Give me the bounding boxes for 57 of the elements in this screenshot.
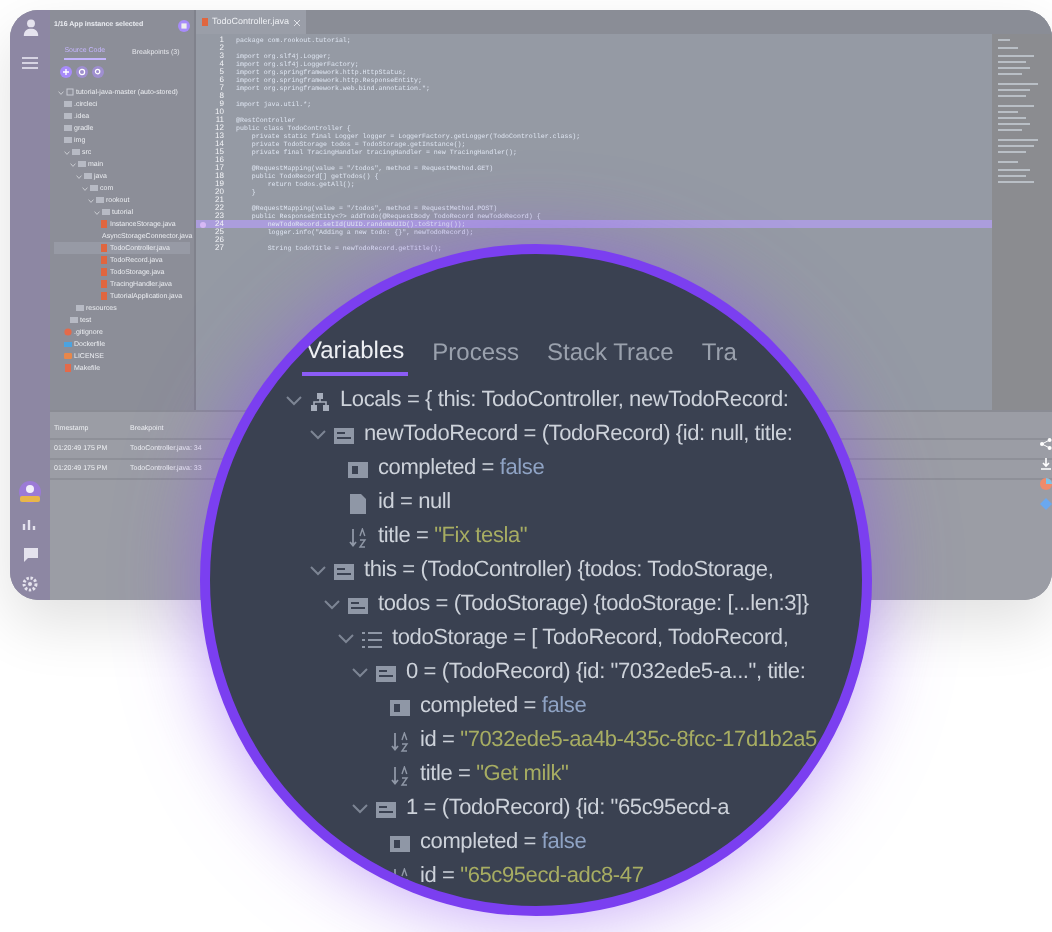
chevron-icon[interactable]	[352, 804, 368, 814]
chevron-icon[interactable]	[352, 668, 368, 678]
sort-icon	[390, 765, 410, 785]
variable-entry[interactable]: this = (TodoController) {todos: TodoStorage,	[364, 554, 774, 588]
license-icon	[64, 352, 72, 361]
java-file-icon	[202, 18, 208, 26]
object-icon	[348, 595, 368, 615]
chevron-icon[interactable]	[324, 600, 340, 610]
document-icon	[348, 493, 368, 513]
debugger-tab[interactable]: Process	[428, 328, 523, 376]
variable-entry[interactable]: completed = false	[420, 690, 587, 724]
chat-icon[interactable]	[21, 546, 39, 562]
close-icon[interactable]	[293, 19, 300, 25]
variable-entry[interactable]: title = "Fix tesla"	[378, 520, 528, 554]
toggle-icon	[390, 697, 410, 717]
variable-entry[interactable]: Locals = { this: TodoController, newTodoRecord:	[340, 384, 789, 418]
list-icon	[362, 629, 382, 649]
chevron-icon[interactable]	[338, 634, 354, 644]
git-icon	[64, 328, 72, 337]
breakpoint-dot[interactable]	[199, 221, 205, 227]
user-icon[interactable]	[21, 18, 39, 36]
variable-entry[interactable]: completed = false	[420, 826, 587, 860]
file-icon	[64, 364, 72, 373]
settings-icon[interactable]	[22, 576, 38, 592]
variable-entry[interactable]: todos = (TodoStorage) {todoStorage: [...len:3]}	[378, 588, 809, 622]
add-icon[interactable]	[60, 66, 72, 79]
variable-entry[interactable]: id = "7032ede5-aa4b-435c-8fcc-17d1b2a5	[420, 724, 817, 758]
sort-icon	[348, 527, 368, 547]
object-icon	[376, 799, 396, 819]
pie-icon[interactable]	[1040, 478, 1052, 490]
variable-entry[interactable]: title = "Get milk"	[420, 758, 569, 792]
chevron-icon[interactable]	[286, 396, 302, 406]
variable-entry[interactable]: newTodoRecord = (TodoRecord) {id: null, title:	[364, 418, 793, 452]
variable-entry[interactable]: completed = false	[378, 452, 545, 486]
debugger-tab[interactable]: Tra	[697, 328, 741, 376]
debugger-tab[interactable]: Variables	[302, 328, 409, 376]
variable-entry[interactable]: id = null	[378, 486, 451, 520]
sort-icon	[390, 731, 410, 751]
chart-icon[interactable]	[22, 516, 38, 532]
variable-entry[interactable]: 0 = (TodoRecord) {id: "7032ede5-a...", title:	[406, 656, 806, 690]
share-icon[interactable]	[1040, 438, 1052, 450]
whale-icon	[64, 340, 72, 349]
object-icon	[334, 561, 354, 581]
hierarchy-icon	[310, 391, 330, 411]
object-icon	[376, 663, 396, 683]
variable-entry[interactable]: 1 = (TodoRecord) {id: "65c95ecd-a	[406, 792, 729, 826]
toggle-icon	[390, 833, 410, 853]
chevron-icon[interactable]	[310, 430, 326, 440]
java-file-icon	[100, 220, 108, 229]
toggle-icon	[348, 459, 368, 479]
download-icon[interactable]	[1040, 458, 1052, 470]
variable-entry[interactable]: id = "65c95ecd-adc8-47	[420, 860, 644, 894]
object-icon	[334, 425, 354, 445]
chevron-icon[interactable]	[310, 566, 326, 576]
debugger-tab[interactable]: Stack Trace	[543, 328, 678, 376]
avatar-icon[interactable]	[18, 480, 42, 504]
variable-entry[interactable]: todoStorage = [ TodoRecord, TodoRecord,	[392, 622, 789, 656]
